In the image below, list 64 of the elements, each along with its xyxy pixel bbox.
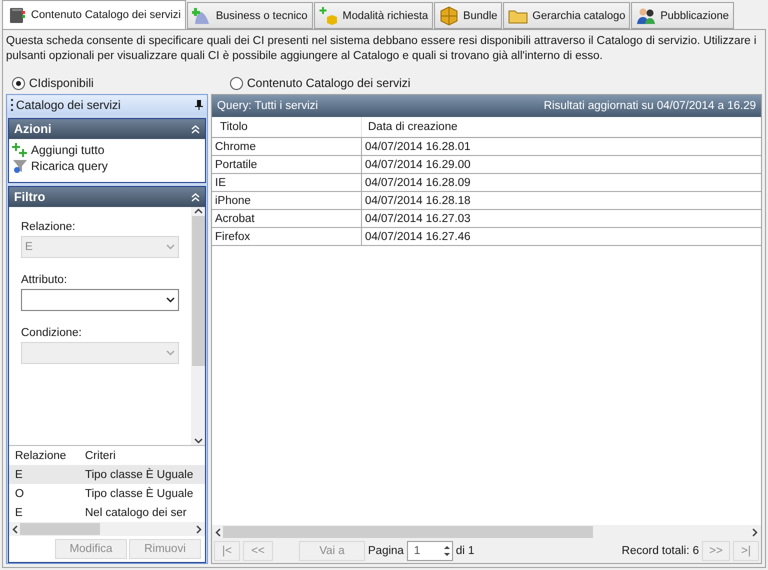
column-header[interactable]: Titolo xyxy=(212,117,362,137)
section-header: Azioni xyxy=(9,119,205,139)
dropdown-caret-icon[interactable] xyxy=(166,297,175,303)
page-spinner[interactable]: 1 xyxy=(406,541,453,561)
scroll-down-icon[interactable] xyxy=(194,436,202,445)
tab[interactable]: Pubblicazione xyxy=(631,2,734,29)
table-cell-text: 04/07/2014 16.27.46 xyxy=(364,230,472,244)
collapse-icon[interactable] xyxy=(191,124,200,134)
table-cell: iPhone xyxy=(212,192,362,209)
radio-label[interactable]: CIdisponibili xyxy=(29,76,94,90)
tab[interactable]: Modalità richiesta xyxy=(314,2,434,29)
cube-icon xyxy=(318,6,339,26)
collapse-icon[interactable] xyxy=(191,192,200,202)
pin-icon[interactable] xyxy=(195,100,203,110)
tab[interactable]: Bundle xyxy=(434,2,502,29)
table-cell-text: 04/07/2014 16.28.18 xyxy=(364,194,472,208)
field-label: Condizione: xyxy=(21,327,83,339)
column-header: Relazione xyxy=(14,450,68,462)
tab[interactable]: Business o tecnico xyxy=(186,2,313,29)
book-icon xyxy=(7,5,27,25)
tab[interactable]: Gerarchia catalogo xyxy=(503,2,630,29)
column-header: Criteri xyxy=(84,450,117,462)
table-cell-text: 04/07/2014 16.27.03 xyxy=(364,212,472,226)
add-icon xyxy=(12,143,28,157)
field-label: Relazione: xyxy=(21,221,76,233)
scroll-right-icon[interactable] xyxy=(194,524,203,534)
dropdown-field[interactable] xyxy=(21,289,179,311)
table-cell: Firefox xyxy=(212,228,362,245)
radio-label[interactable]: Contenuto Catalogo dei servizi xyxy=(247,76,410,90)
person-icon xyxy=(192,6,212,26)
table-cell: Acrobat xyxy=(212,210,362,227)
scroll-right-icon[interactable] xyxy=(750,528,759,536)
table-cell-text: 04/07/2014 16.28.01 xyxy=(364,140,472,154)
column-header[interactable]: Data di creazione xyxy=(362,117,761,137)
table-cell: IE xyxy=(212,174,362,191)
table-cell: Chrome xyxy=(212,138,362,155)
radio-button[interactable] xyxy=(12,76,25,90)
field-label: Attributo: xyxy=(21,274,68,286)
panel-title-text: Catalogo dei servizi xyxy=(16,98,121,112)
tab[interactable]: Contenuto Catalogo dei servizi xyxy=(2,0,186,29)
action-link[interactable]: Aggiungi tutto xyxy=(12,143,202,157)
criteria-row[interactable]: E Tipo classe È Uguale xyxy=(9,465,205,484)
scroll-up-icon[interactable] xyxy=(194,207,202,216)
radio-button[interactable] xyxy=(230,76,243,90)
cube-icon xyxy=(439,6,460,26)
scroll-left-icon[interactable] xyxy=(11,524,20,534)
section-header: Filtro xyxy=(9,187,205,207)
query-title: Query: Tutti i servizi xyxy=(217,100,318,112)
horizontal-scrollbar[interactable] xyxy=(9,522,205,536)
vertical-scrollbar[interactable] xyxy=(191,207,205,445)
description-text: Questa scheda consente di specificare quali dei CI presenti nel sistema debbano essere resi disponibili attraverso il Catalogo di servizio. Utilizzare i pulsanti opzionali per visualizzare quali CI è possibile aggiungere al Catalogo e quali si trovano già all'interno di esso. xyxy=(6,34,758,64)
table-cell-text: 04/07/2014 16.29.00 xyxy=(364,158,472,172)
spinner-arrows-icon[interactable] xyxy=(442,543,452,559)
page-count: di 1 xyxy=(456,545,474,557)
record-total: Record totali: 6 xyxy=(622,545,699,557)
update-timestamp: Risultati aggiornati su 04/07/2014 a 16.29 xyxy=(544,100,756,112)
people-icon xyxy=(636,6,656,26)
funnel-icon xyxy=(12,158,28,174)
scroll-left-icon[interactable] xyxy=(214,528,223,536)
horizontal-scrollbar[interactable] xyxy=(212,525,761,539)
action-link[interactable]: Ricarica query xyxy=(12,158,202,174)
page-label: Pagina xyxy=(368,545,404,557)
table-cell: Portatile xyxy=(212,156,362,173)
table-cell-text: 04/07/2014 16.28.09 xyxy=(364,176,472,190)
